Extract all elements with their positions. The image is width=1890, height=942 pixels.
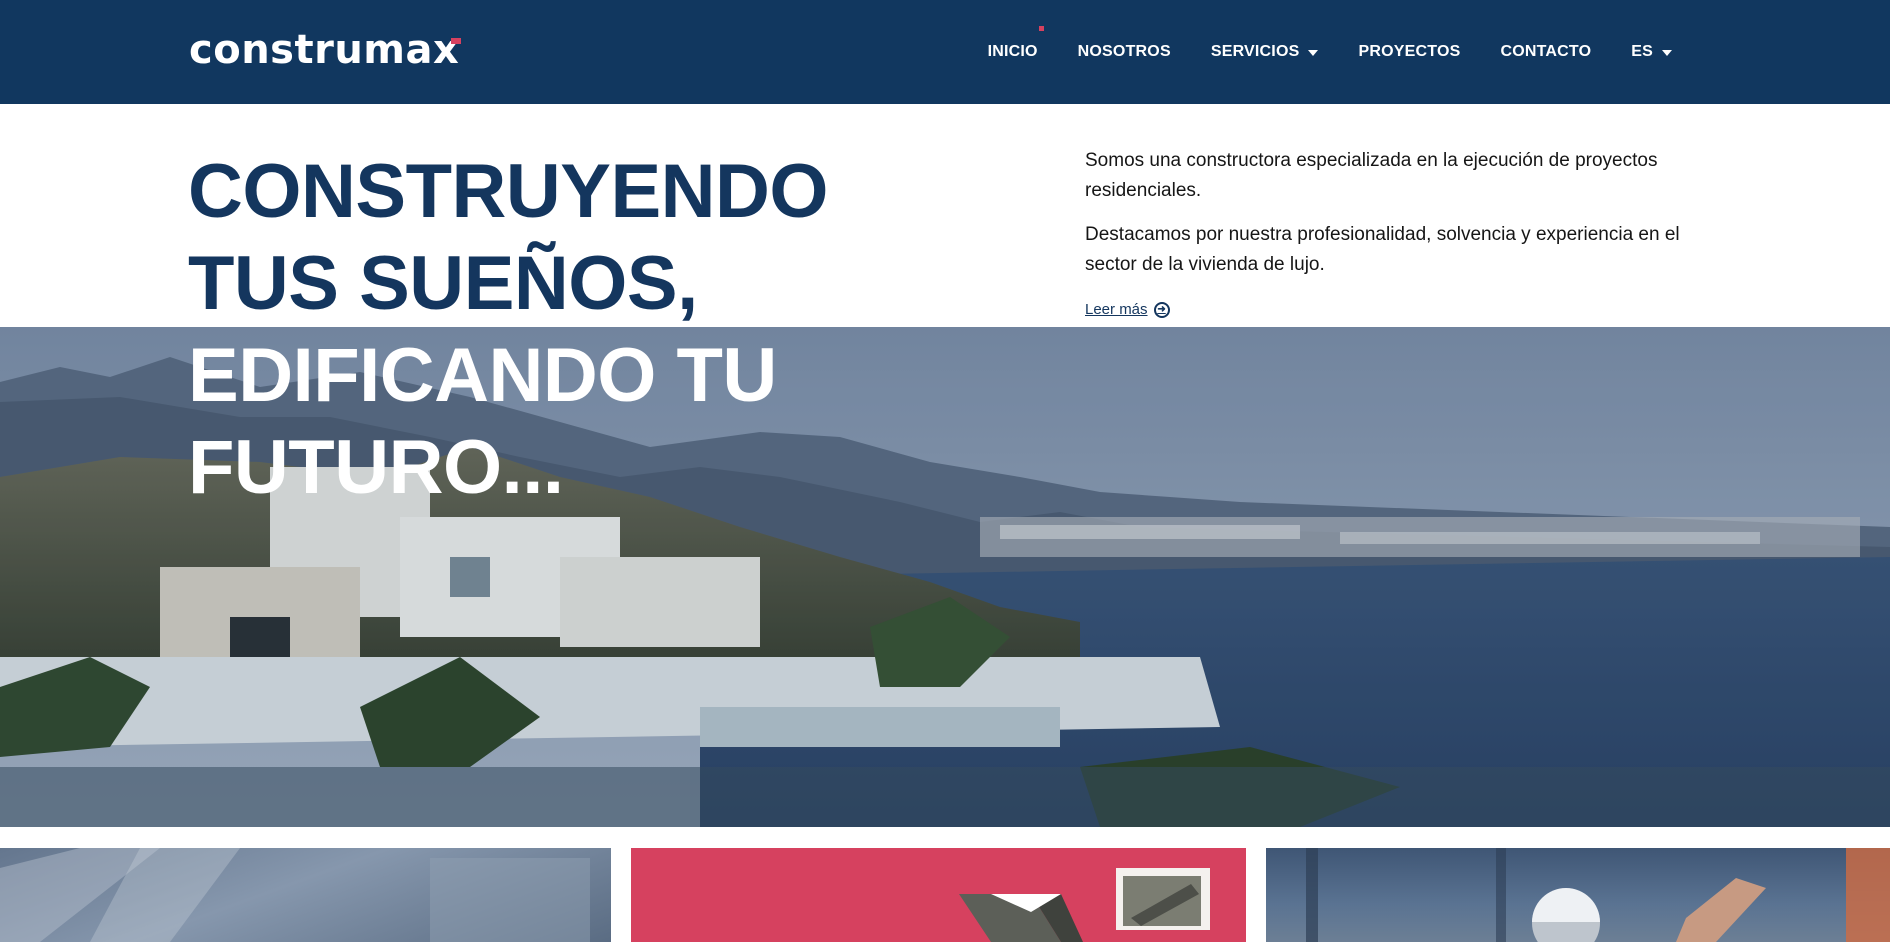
service-card[interactable] xyxy=(0,848,611,942)
nav-item-label: PROYECTOS xyxy=(1358,43,1461,60)
read-more-link[interactable]: Leer más ➜ xyxy=(1085,295,1170,325)
logo-text: construmax xyxy=(189,27,460,73)
nav-item-label: INICIO xyxy=(987,43,1038,60)
nav-item-nosotros[interactable]: NOSOTROS xyxy=(1058,43,1191,61)
nav-item-label: SERVICIOS xyxy=(1210,43,1300,60)
nav-item-servicios[interactable]: SERVICIOS xyxy=(1191,43,1339,61)
hero-title-line: CONSTRUYENDO xyxy=(188,149,829,234)
service-cards xyxy=(0,848,1890,942)
read-more-label: Leer más xyxy=(1085,301,1148,318)
service-card[interactable] xyxy=(631,848,1246,942)
logo[interactable]: construmax xyxy=(189,27,462,73)
card-image xyxy=(1306,848,1890,942)
logo-accent-mark xyxy=(451,38,462,44)
active-indicator xyxy=(1038,26,1044,31)
chevron-down-icon xyxy=(1308,49,1319,56)
card-image xyxy=(959,868,1210,942)
hero-title-line: TUS SUEÑOS, xyxy=(188,241,698,326)
site-header: construmax INICIO NOSOTROS SERVICIOS PRO… xyxy=(0,0,1890,104)
service-card[interactable] xyxy=(1266,848,1890,942)
main-nav: INICIO NOSOTROS SERVICIOS PROYECTOS CONT… xyxy=(968,0,1672,104)
language-label: ES xyxy=(1631,43,1653,60)
hero-title-line: FUTURO... xyxy=(188,425,564,510)
intro-paragraph: Somos una constructora especializada en … xyxy=(1085,150,1658,201)
arrow-circle-right-icon: ➜ xyxy=(1153,302,1170,318)
hero-title: CONSTRUYENDO TUS SUEÑOS, EDIFICANDO TU F… xyxy=(188,146,948,514)
language-selector[interactable]: ES xyxy=(1611,43,1672,61)
intro-paragraph: Destacamos por nuestra profesionalidad, … xyxy=(1085,224,1680,275)
nav-item-contacto[interactable]: CONTACTO xyxy=(1480,43,1611,61)
hero-intro: Somos una constructora especializada en … xyxy=(1085,146,1685,325)
nav-item-inicio[interactable]: INICIO xyxy=(968,26,1058,61)
nav-item-proyectos[interactable]: PROYECTOS xyxy=(1338,43,1480,61)
card-image xyxy=(0,848,590,942)
hero-title-line: EDIFICANDO TU xyxy=(188,333,777,418)
nav-item-label: CONTACTO xyxy=(1500,43,1592,60)
nav-item-label: NOSOTROS xyxy=(1077,43,1171,60)
chevron-down-icon xyxy=(1662,49,1672,56)
